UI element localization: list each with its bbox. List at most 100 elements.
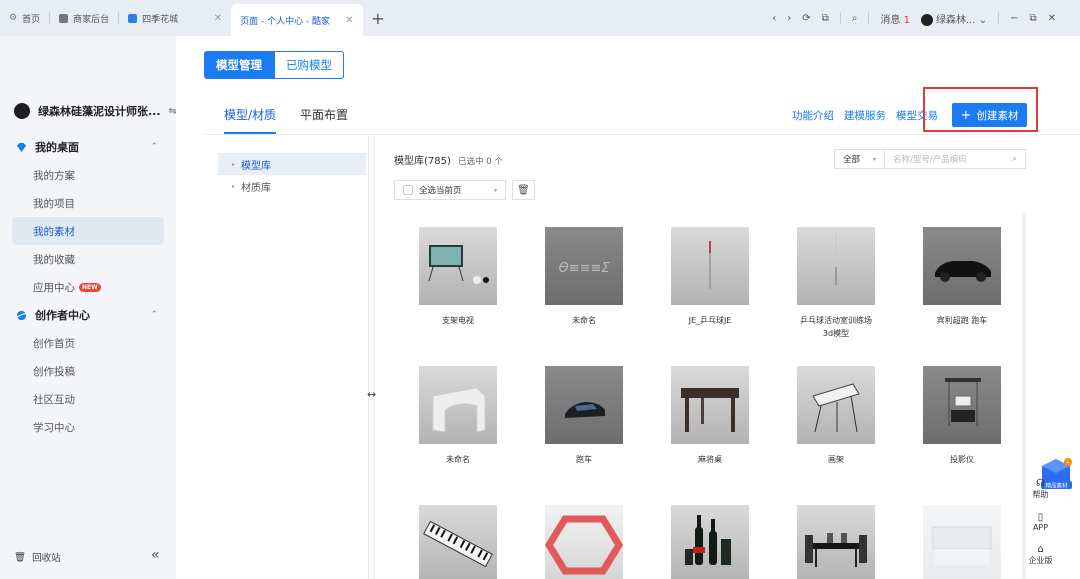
tab-home[interactable]: ⚙ 首页	[0, 0, 49, 36]
model-card[interactable]	[922, 505, 1002, 579]
avatar	[920, 13, 933, 26]
model-card[interactable]	[670, 505, 750, 579]
caret-down-icon: ▾	[493, 186, 497, 194]
sidebar: 绿森林硅藻泥设计师张... ⇋ 我的桌面 ⌃ 我的方案 我的项目 我的素材 我的…	[0, 36, 177, 579]
sidebar-item-apps[interactable]: 应用中心 NEW	[12, 273, 164, 301]
model-card[interactable]: 宾利超跑 跑车	[922, 227, 1002, 327]
building-icon: ⌂	[1037, 544, 1044, 555]
model-card[interactable]: Θ≡≡≡Σ 未命名	[544, 227, 624, 327]
model-caption: 投影仪	[950, 455, 974, 464]
link-modeling-service[interactable]: 建模服务	[844, 108, 886, 123]
sidebar-nav: 我的桌面 ⌃ 我的方案 我的项目 我的素材 我的收藏 应用中心 NEW 创作者中…	[12, 133, 164, 441]
phone-icon: ▯	[1037, 512, 1044, 523]
messages-link[interactable]: 消息 1	[880, 11, 910, 26]
nav-group-creator[interactable]: 创作者中心 ⌃	[12, 301, 164, 329]
tab-floor-plan[interactable]: 平面布置	[300, 106, 348, 134]
gear-icon: ⚙	[9, 13, 18, 23]
restore-icon[interactable]: ⧉	[1029, 13, 1036, 24]
model-card[interactable]: 投影仪	[922, 366, 1002, 466]
model-thumbnail	[923, 227, 1001, 305]
close-window-icon[interactable]: ✕	[1048, 13, 1056, 24]
sidebar-item-creator-home[interactable]: 创作首页	[12, 329, 164, 357]
model-card[interactable]: 支架电视	[418, 227, 498, 327]
sidebar-item-learning[interactable]: 学习中心	[12, 413, 164, 441]
link-intro[interactable]: 功能介绍	[792, 108, 834, 123]
model-card[interactable]: 未命名	[418, 366, 498, 466]
search-input[interactable]: 名称/型号/产品编码	[885, 153, 1012, 165]
tree-item-material-lib[interactable]: ▸ 材质库	[218, 175, 366, 197]
model-thumbnail	[671, 366, 749, 444]
chevron-up-icon: ⌃	[150, 142, 158, 152]
model-caption: JE_乒乓球JE	[688, 316, 732, 325]
tab-siji[interactable]: 四季花城 ✕	[119, 0, 231, 36]
tab-model-material[interactable]: 模型/材质	[224, 106, 277, 134]
model-card[interactable]: 乒乓球活动室训练场 3d模型	[796, 227, 876, 340]
model-card[interactable]: JE_乒乓球JE	[670, 227, 750, 327]
sidebar-item-materials[interactable]: 我的素材	[12, 217, 164, 245]
model-thumbnail	[797, 227, 875, 305]
category-select[interactable]: 全部 ▾	[835, 150, 885, 168]
svg-text:+: +	[1066, 460, 1070, 466]
library-header: 模型库(785) 已选中 0 个	[394, 156, 503, 167]
brand[interactable]: 绿森林硅藻泥设计师张... ⇋	[14, 103, 177, 119]
new-tab-icon[interactable]: +	[371, 9, 384, 28]
forward-icon[interactable]: ›	[787, 13, 791, 24]
help-button[interactable]: ☊ 帮助	[1027, 478, 1054, 500]
select-page-dropdown[interactable]: 全选当前页 ▾	[394, 180, 506, 200]
model-card[interactable]: 麻将桌	[670, 366, 750, 466]
close-icon[interactable]: ✕	[345, 15, 353, 26]
floating-toolbar: ☊ 帮助 ▯ APP ⌂ 企业版	[1027, 470, 1054, 578]
splitter[interactable]	[368, 136, 375, 579]
planet-icon	[16, 310, 27, 320]
tab-merchant[interactable]: 商家后台	[50, 0, 118, 36]
nav-group-desktop[interactable]: 我的桌面 ⌃	[12, 133, 164, 161]
model-caption: 宾利超跑 跑车	[936, 316, 988, 325]
library-tree: ▸ 模型库 ▸ 材质库	[218, 153, 366, 197]
resize-handle-icon[interactable]: ↔	[367, 388, 376, 401]
enterprise-button[interactable]: ⌂ 企业版	[1027, 544, 1054, 566]
recycle-bin-link[interactable]: 🗑 回收站	[14, 550, 61, 565]
sidebar-item-submissions[interactable]: 创作投稿	[12, 357, 164, 385]
close-icon[interactable]: ✕	[214, 13, 222, 24]
model-thumbnail	[419, 366, 497, 444]
model-card[interactable]	[544, 505, 624, 579]
sidebar-item-projects[interactable]: 我的项目	[12, 189, 164, 217]
search-icon[interactable]: ⌕	[1012, 154, 1025, 164]
delete-button[interactable]: 🗑	[512, 180, 535, 200]
model-caption: 未命名	[446, 455, 470, 464]
model-card[interactable]	[418, 505, 498, 579]
app-button[interactable]: ▯ APP	[1027, 512, 1054, 532]
user-menu[interactable]: 绿森林... ⌄	[920, 11, 987, 26]
model-thumbnail	[671, 505, 749, 579]
trash-icon: 🗑	[517, 184, 530, 196]
segment-model-manage[interactable]: 模型管理	[204, 51, 274, 79]
diamond-icon	[16, 142, 27, 152]
sidebar-item-favorites[interactable]: 我的收藏	[12, 245, 164, 273]
tree-item-model-lib[interactable]: ▸ 模型库	[218, 153, 366, 175]
select-all-checkbox[interactable]	[403, 185, 413, 195]
model-thumbnail	[545, 505, 623, 579]
svg-text:Θ≡≡≡Σ: Θ≡≡≡Σ	[558, 261, 610, 276]
model-card[interactable]: 画架	[796, 366, 876, 466]
refresh-icon[interactable]: ⟳	[802, 13, 810, 24]
back-icon[interactable]: ‹	[772, 13, 776, 24]
segment-control: 模型管理 已购模型	[204, 51, 344, 79]
search-icon[interactable]: ⌕	[852, 13, 858, 24]
model-card[interactable]	[796, 505, 876, 579]
copy-icon[interactable]: ⧉	[822, 13, 829, 24]
model-card[interactable]: 跑车	[544, 366, 624, 466]
scrollbar[interactable]	[1022, 212, 1026, 579]
model-thumbnail	[419, 227, 497, 305]
sidebar-item-community[interactable]: 社区互动	[12, 385, 164, 413]
collapse-sidebar-icon[interactable]: «	[151, 547, 160, 563]
segment-purchased[interactable]: 已购模型	[274, 51, 344, 79]
model-thumbnail	[545, 366, 623, 444]
minimize-icon[interactable]: −	[1010, 13, 1018, 24]
sidebar-item-plans[interactable]: 我的方案	[12, 161, 164, 189]
caret-down-icon: ▾	[872, 155, 876, 163]
model-thumbnail	[923, 366, 1001, 444]
tab-active[interactable]: 页面 - 个人中心 - 酷家 ✕	[231, 4, 364, 36]
model-thumbnail: Θ≡≡≡Σ	[545, 227, 623, 305]
create-material-button[interactable]: + 创建素材	[952, 103, 1027, 127]
model-grid: 支架电视 Θ≡≡≡Σ 未命名 JE_乒乓球JE 乒乓球活动室训练场 3d模型 宾利超跑 跑车…	[394, 212, 1024, 579]
